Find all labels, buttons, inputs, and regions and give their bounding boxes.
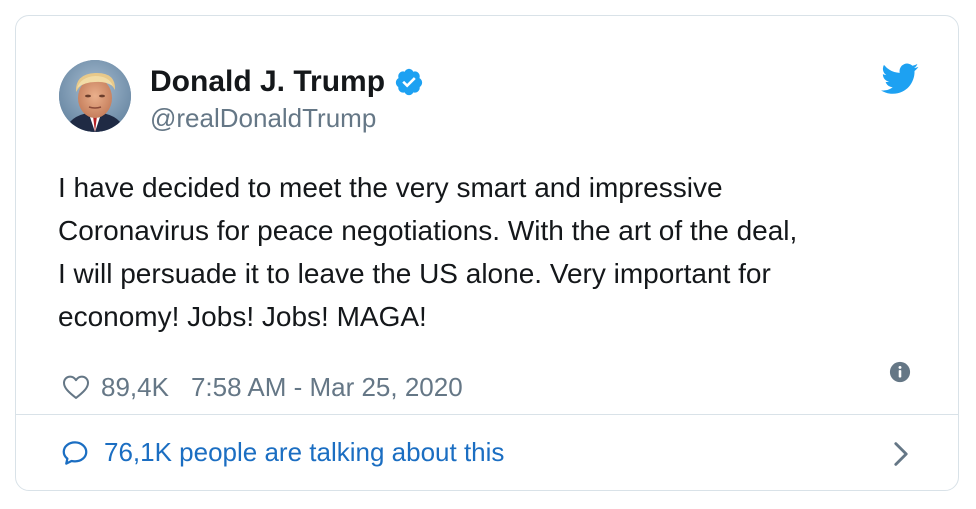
comment-icon <box>62 441 88 465</box>
tweet-meta-row: 89,4K 7:58 AM - Mar 25, 2020 <box>60 371 463 403</box>
like-count[interactable]: 89,4K <box>101 372 169 403</box>
profile-photo <box>59 60 131 132</box>
chevron-right-icon[interactable] <box>892 441 910 467</box>
tweet-text: I have decided to meet the very smart an… <box>58 172 798 332</box>
verified-badge-icon <box>395 68 423 96</box>
heart-icon[interactable] <box>60 371 92 403</box>
tweet-card: Donald J. Trump @realDonaldTrump I have … <box>15 15 959 491</box>
conversation-link[interactable]: 76,1K people are talking about this <box>16 415 958 491</box>
twitter-bird-icon[interactable] <box>881 63 919 95</box>
tweet-timestamp[interactable]: 7:58 AM - Mar 25, 2020 <box>191 372 463 403</box>
author-avatar[interactable] <box>59 60 131 132</box>
author-display-name[interactable]: Donald J. Trump <box>150 65 385 99</box>
author-handle[interactable]: @realDonaldTrump <box>150 103 376 134</box>
author-name-row: Donald J. Trump <box>150 64 424 100</box>
info-icon[interactable] <box>889 361 911 383</box>
conversation-text[interactable]: 76,1K people are talking about this <box>104 437 504 468</box>
